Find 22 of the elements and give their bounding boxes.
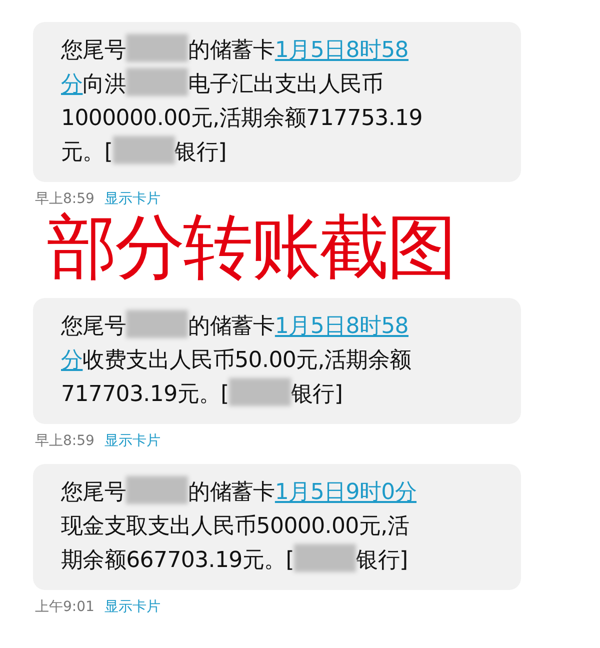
redaction-blur: [228, 378, 291, 406]
message-bubble: 您尾号 的储蓄卡1月5日8时58 分向洪 电子汇出支出人民币 1000000.00元,活期余额717753.19 元。[ 银行]: [33, 22, 521, 182]
redaction-blur: [294, 544, 356, 572]
message-time: 上午9:01: [35, 598, 94, 616]
date-link[interactable]: 1月5日8时58: [274, 314, 409, 339]
message-time: 早上8:59: [35, 190, 94, 208]
redaction-blur: [126, 476, 188, 504]
redaction-blur: [126, 34, 188, 62]
message-time: 早上8:59: [35, 432, 94, 450]
message-bubble: 您尾号 的储蓄卡1月5日8时58 分收费支出人民币50.00元,活期余额 717703.19元。[ 银行]: [33, 298, 521, 424]
date-link[interactable]: 分: [61, 72, 83, 97]
redaction-blur: [126, 310, 188, 338]
message-bubble: 您尾号 的储蓄卡1月5日9时0分 现金支取支出人民币50000.00元,活 期余额667703.19元。[ 银行]: [33, 464, 521, 590]
redaction-blur: [112, 136, 175, 164]
redaction-blur: [126, 68, 188, 96]
date-link[interactable]: 1月5日9时0分: [274, 480, 417, 505]
date-link[interactable]: 分: [61, 348, 83, 373]
show-card-link[interactable]: 显示卡片: [104, 598, 160, 616]
show-card-link[interactable]: 显示卡片: [104, 190, 160, 208]
show-card-link[interactable]: 显示卡片: [104, 432, 160, 450]
overlay-caption: 部分转账截图: [47, 210, 455, 284]
date-link[interactable]: 1月5日8时58: [274, 38, 409, 63]
